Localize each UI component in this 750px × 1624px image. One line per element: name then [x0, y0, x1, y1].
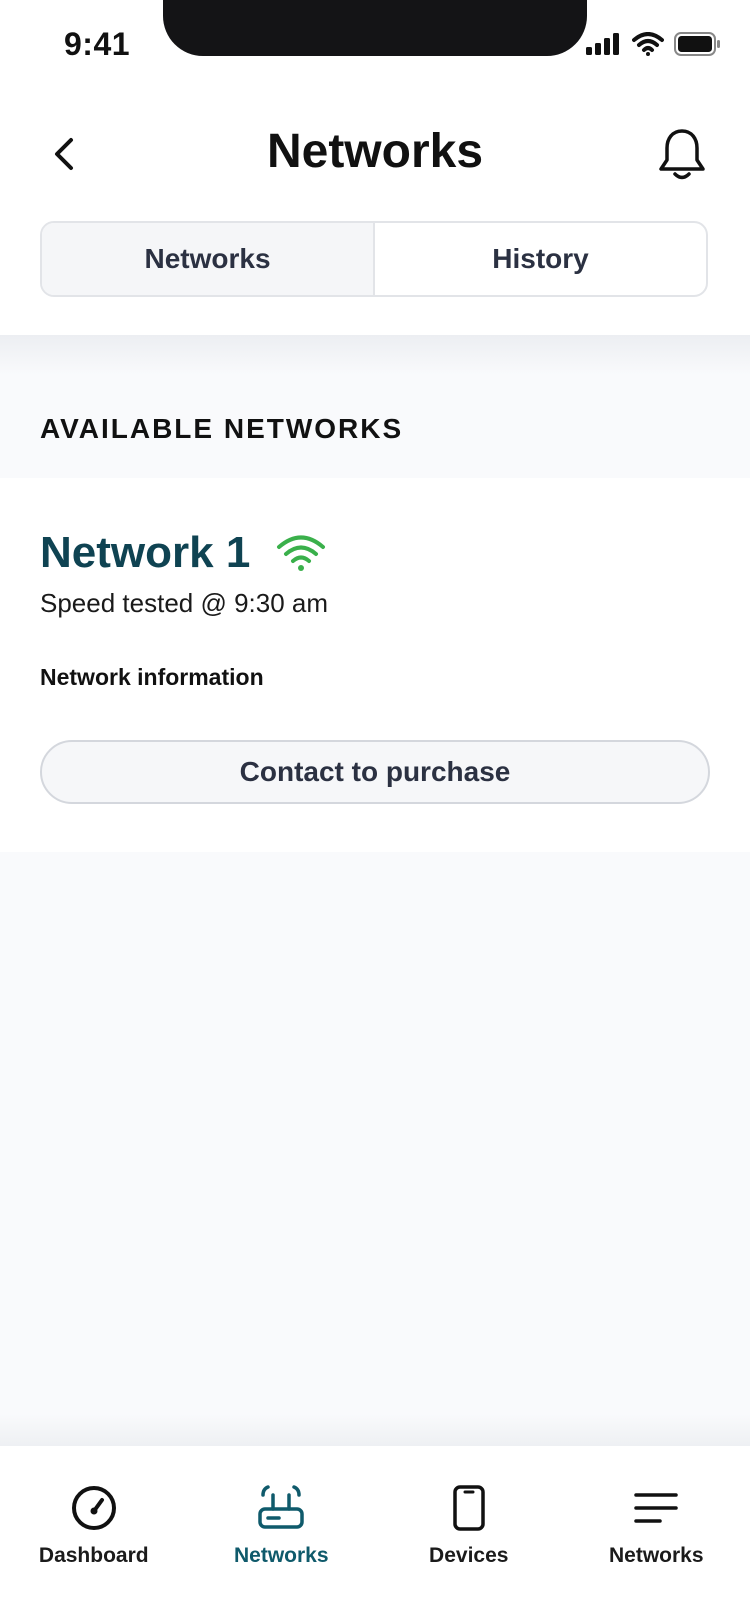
page-title: Networks: [266, 125, 484, 178]
notifications-button[interactable]: [656, 126, 708, 184]
tab-history[interactable]: History: [373, 223, 706, 295]
wifi-status-icon: [632, 32, 664, 56]
device-notch: [163, 0, 587, 56]
bottom-tab-bar: Dashboard Networks Devices Networks: [0, 1446, 750, 1624]
tabbar-label: Devices: [429, 1544, 509, 1567]
wifi-icon: [277, 535, 326, 571]
segmented-control: Networks History: [40, 221, 708, 297]
status-icons: [586, 32, 722, 56]
tabbar-item-dashboard[interactable]: Dashboard: [0, 1446, 188, 1624]
speed-tested-text: Speed tested @ 9:30 am: [40, 588, 329, 618]
network-card: Network 1 Speed tested @ 9:30 am Network…: [0, 478, 750, 852]
menu-icon: [632, 1484, 680, 1532]
bell-icon: [659, 129, 705, 180]
cellular-signal-icon: [586, 33, 619, 55]
network-information-link[interactable]: Network information: [40, 664, 264, 691]
phone-icon: [445, 1484, 493, 1532]
tabbar-label: Networks: [233, 1544, 329, 1567]
header-shadow: [0, 335, 750, 375]
status-bar: 9:41: [0, 0, 750, 90]
network-name: Network 1: [40, 528, 251, 577]
contact-to-purchase-button[interactable]: Contact to purchase: [40, 740, 710, 804]
speedometer-icon: [70, 1484, 118, 1532]
router-icon: [257, 1484, 305, 1532]
tabbar-item-devices[interactable]: Devices: [375, 1446, 563, 1624]
tabbar-label: Networks: [608, 1544, 704, 1567]
tabbar-item-more[interactable]: Networks: [563, 1446, 750, 1624]
tabbar-item-networks[interactable]: Networks: [188, 1446, 376, 1624]
network-name-row: Network 1: [40, 528, 326, 578]
header: Networks Networks History: [0, 90, 750, 335]
tabbar-shadow: [0, 1414, 750, 1446]
section-title: AVAILABLE NETWORKS: [40, 413, 404, 444]
tabbar-label: Dashboard: [38, 1544, 149, 1567]
tab-networks[interactable]: Networks: [42, 223, 373, 295]
status-time: 9:41: [64, 26, 131, 62]
battery-icon: [674, 32, 720, 56]
